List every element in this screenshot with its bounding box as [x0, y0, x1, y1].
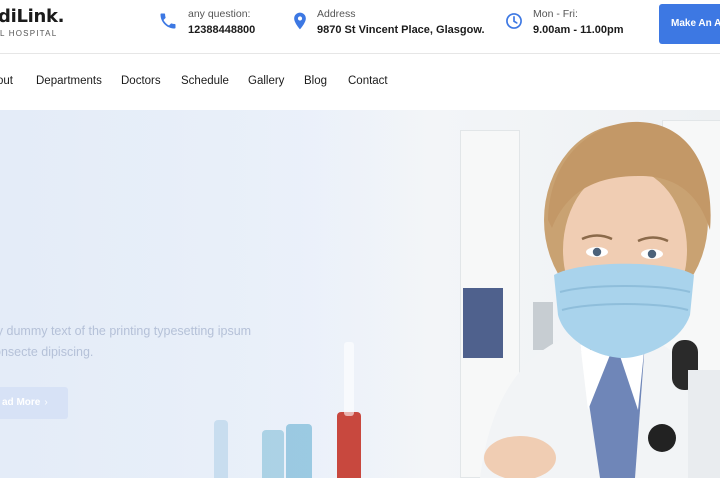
phone-label: any question: [188, 8, 251, 20]
test-tube [214, 420, 228, 478]
phone-icon [160, 13, 176, 29]
nav-item-about[interactable]: out [0, 75, 13, 87]
hero-text-line-1: ly dummy text of the printing typesettin… [0, 324, 252, 338]
test-tube [262, 430, 284, 478]
test-tube [344, 342, 354, 416]
nav-item-blog[interactable]: Blog [304, 75, 327, 87]
hero-text-line-2: onsecte dipiscing. [0, 345, 94, 359]
clock-icon [506, 13, 522, 29]
hero-banner: ly dummy text of the printing typesettin… [0, 110, 720, 478]
read-more-label: ad More [2, 397, 41, 408]
make-appointment-button[interactable]: Make An Ap [659, 4, 720, 44]
logo-name[interactable]: diLink. [0, 6, 65, 27]
chevron-right-icon: › [44, 397, 48, 408]
nav-item-contact[interactable]: Contact [348, 75, 388, 87]
nav-item-doctors[interactable]: Doctors [121, 75, 161, 87]
phone-number[interactable]: 12388448800 [188, 24, 255, 36]
hours-label: Mon - Fri: [533, 8, 578, 20]
main-nav: out Departments Doctors Schedule Gallery… [0, 54, 720, 110]
nav-item-departments[interactable]: Departments [36, 75, 102, 87]
doctor-photo [480, 121, 720, 478]
nav-item-schedule[interactable]: Schedule [181, 75, 229, 87]
top-bar: diLink. L HOSPITAL any question: 1238844… [0, 0, 720, 54]
logo-tagline: L HOSPITAL [0, 29, 58, 38]
location-pin-icon [294, 12, 306, 30]
test-tube [337, 412, 361, 478]
hours-value: 9.00am - 11.00pm [533, 24, 624, 36]
address-value: 9870 St Vincent Place, Glasgow. [317, 24, 485, 36]
address-label: Address [317, 8, 356, 20]
nav-item-gallery[interactable]: Gallery [248, 75, 284, 87]
test-tube [286, 424, 312, 478]
read-more-button[interactable]: ad More › [0, 387, 68, 419]
